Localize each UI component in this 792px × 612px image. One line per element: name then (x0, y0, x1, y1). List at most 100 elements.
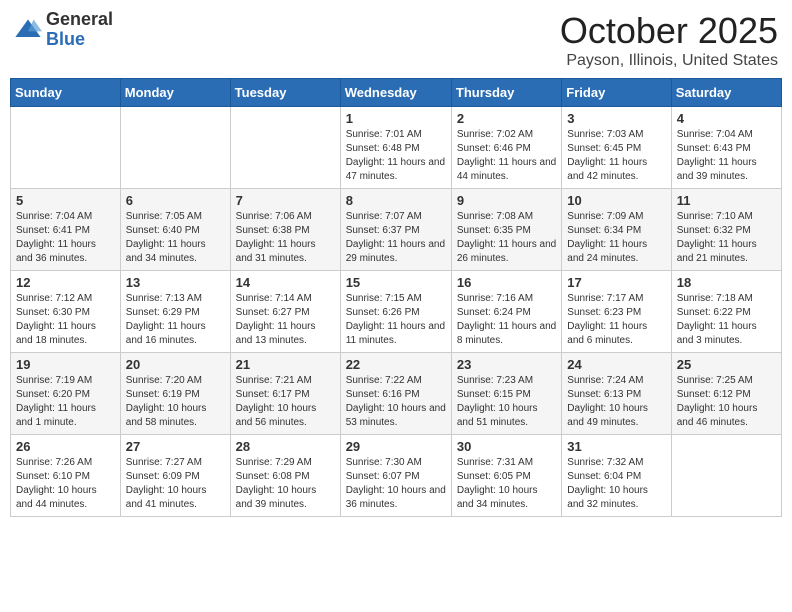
day-number: 18 (677, 275, 776, 290)
day-number: 26 (16, 439, 115, 454)
week-row-4: 19 Sunrise: 7:19 AM Sunset: 6:20 PM Dayli… (11, 353, 782, 435)
day-cell: 3 Sunrise: 7:03 AM Sunset: 6:45 PM Daylig… (562, 107, 671, 189)
weekday-header-friday: Friday (562, 79, 671, 107)
day-number: 8 (346, 193, 446, 208)
day-number: 14 (236, 275, 335, 290)
day-info: Sunrise: 7:06 AM Sunset: 6:38 PM Dayligh… (236, 210, 335, 266)
day-info: Sunrise: 7:20 AM Sunset: 6:19 PM Dayligh… (126, 374, 225, 430)
day-number: 21 (236, 357, 335, 372)
day-info: Sunrise: 7:19 AM Sunset: 6:20 PM Dayligh… (16, 374, 115, 430)
day-info: Sunrise: 7:24 AM Sunset: 6:13 PM Dayligh… (567, 374, 665, 430)
title-block: October 2025 Payson, Illinois, United St… (560, 10, 778, 70)
day-info: Sunrise: 7:14 AM Sunset: 6:27 PM Dayligh… (236, 292, 335, 348)
location-title: Payson, Illinois, United States (560, 52, 778, 70)
day-info: Sunrise: 7:15 AM Sunset: 6:26 PM Dayligh… (346, 292, 446, 348)
month-title: October 2025 (560, 10, 778, 52)
page-header: General Blue October 2025 Payson, Illino… (10, 10, 782, 70)
day-cell (671, 435, 781, 517)
day-cell: 15 Sunrise: 7:15 AM Sunset: 6:26 PM Dayli… (340, 271, 451, 353)
day-info: Sunrise: 7:25 AM Sunset: 6:12 PM Dayligh… (677, 374, 776, 430)
week-row-5: 26 Sunrise: 7:26 AM Sunset: 6:10 PM Dayli… (11, 435, 782, 517)
day-info: Sunrise: 7:04 AM Sunset: 6:41 PM Dayligh… (16, 210, 115, 266)
day-number: 24 (567, 357, 665, 372)
day-number: 20 (126, 357, 225, 372)
weekday-header-thursday: Thursday (451, 79, 561, 107)
day-cell: 21 Sunrise: 7:21 AM Sunset: 6:17 PM Dayli… (230, 353, 340, 435)
day-cell: 17 Sunrise: 7:17 AM Sunset: 6:23 PM Dayli… (562, 271, 671, 353)
day-info: Sunrise: 7:29 AM Sunset: 6:08 PM Dayligh… (236, 456, 335, 512)
day-info: Sunrise: 7:31 AM Sunset: 6:05 PM Dayligh… (457, 456, 556, 512)
day-number: 31 (567, 439, 665, 454)
day-info: Sunrise: 7:08 AM Sunset: 6:35 PM Dayligh… (457, 210, 556, 266)
day-cell: 11Sunrise: 7:10 AM Sunset: 6:32 PM Dayli… (671, 189, 781, 271)
day-info: Sunrise: 7:18 AM Sunset: 6:22 PM Dayligh… (677, 292, 776, 348)
day-cell: 25 Sunrise: 7:25 AM Sunset: 6:12 PM Dayli… (671, 353, 781, 435)
day-cell: 26 Sunrise: 7:26 AM Sunset: 6:10 PM Dayli… (11, 435, 121, 517)
day-number: 5 (16, 193, 115, 208)
weekday-header-wednesday: Wednesday (340, 79, 451, 107)
day-cell: 18 Sunrise: 7:18 AM Sunset: 6:22 PM Dayli… (671, 271, 781, 353)
day-cell (11, 107, 121, 189)
day-cell: 22Sunrise: 7:22 AM Sunset: 6:16 PM Dayli… (340, 353, 451, 435)
weekday-header-saturday: Saturday (671, 79, 781, 107)
week-row-2: 5 Sunrise: 7:04 AM Sunset: 6:41 PM Daylig… (11, 189, 782, 271)
day-number: 9 (457, 193, 556, 208)
day-number: 7 (236, 193, 335, 208)
day-cell: 13 Sunrise: 7:13 AM Sunset: 6:29 PM Dayli… (120, 271, 230, 353)
day-cell: 30 Sunrise: 7:31 AM Sunset: 6:05 PM Dayli… (451, 435, 561, 517)
day-info: Sunrise: 7:17 AM Sunset: 6:23 PM Dayligh… (567, 292, 665, 348)
day-number: 28 (236, 439, 335, 454)
day-number: 11 (677, 193, 776, 208)
day-info: Sunrise: 7:02 AM Sunset: 6:46 PM Dayligh… (457, 128, 556, 184)
weekday-header-tuesday: Tuesday (230, 79, 340, 107)
day-info: Sunrise: 7:21 AM Sunset: 6:17 PM Dayligh… (236, 374, 335, 430)
day-info: Sunrise: 7:04 AM Sunset: 6:43 PM Dayligh… (677, 128, 776, 184)
calendar-table: SundayMondayTuesdayWednesdayThursdayFrid… (10, 78, 782, 517)
day-number: 2 (457, 111, 556, 126)
day-info: Sunrise: 7:03 AM Sunset: 6:45 PM Dayligh… (567, 128, 665, 184)
day-cell: 1 Sunrise: 7:01 AM Sunset: 6:48 PM Daylig… (340, 107, 451, 189)
day-number: 3 (567, 111, 665, 126)
day-cell: 31 Sunrise: 7:32 AM Sunset: 6:04 PM Dayli… (562, 435, 671, 517)
day-info: Sunrise: 7:12 AM Sunset: 6:30 PM Dayligh… (16, 292, 115, 348)
day-cell: 29Sunrise: 7:30 AM Sunset: 6:07 PM Dayli… (340, 435, 451, 517)
day-cell: 8Sunrise: 7:07 AM Sunset: 6:37 PM Daylig… (340, 189, 451, 271)
day-cell: 6Sunrise: 7:05 AM Sunset: 6:40 PM Daylig… (120, 189, 230, 271)
day-cell: 27 Sunrise: 7:27 AM Sunset: 6:09 PM Dayli… (120, 435, 230, 517)
day-number: 27 (126, 439, 225, 454)
day-cell: 5 Sunrise: 7:04 AM Sunset: 6:41 PM Daylig… (11, 189, 121, 271)
day-number: 13 (126, 275, 225, 290)
day-number: 17 (567, 275, 665, 290)
day-cell: 7 Sunrise: 7:06 AM Sunset: 6:38 PM Daylig… (230, 189, 340, 271)
day-cell: 23Sunrise: 7:23 AM Sunset: 6:15 PM Dayli… (451, 353, 561, 435)
day-info: Sunrise: 7:27 AM Sunset: 6:09 PM Dayligh… (126, 456, 225, 512)
day-cell: 28 Sunrise: 7:29 AM Sunset: 6:08 PM Dayli… (230, 435, 340, 517)
day-info: Sunrise: 7:13 AM Sunset: 6:29 PM Dayligh… (126, 292, 225, 348)
day-cell: 24 Sunrise: 7:24 AM Sunset: 6:13 PM Dayli… (562, 353, 671, 435)
logo-blue-text: Blue (46, 30, 113, 50)
day-cell: 14 Sunrise: 7:14 AM Sunset: 6:27 PM Dayli… (230, 271, 340, 353)
week-row-3: 12 Sunrise: 7:12 AM Sunset: 6:30 PM Dayli… (11, 271, 782, 353)
weekday-header-sunday: Sunday (11, 79, 121, 107)
day-number: 15 (346, 275, 446, 290)
day-cell: 2 Sunrise: 7:02 AM Sunset: 6:46 PM Daylig… (451, 107, 561, 189)
day-cell: 4Sunrise: 7:04 AM Sunset: 6:43 PM Daylig… (671, 107, 781, 189)
day-cell: 12 Sunrise: 7:12 AM Sunset: 6:30 PM Dayli… (11, 271, 121, 353)
day-number: 12 (16, 275, 115, 290)
day-cell: 20 Sunrise: 7:20 AM Sunset: 6:19 PM Dayli… (120, 353, 230, 435)
day-cell (230, 107, 340, 189)
day-number: 25 (677, 357, 776, 372)
day-number: 22 (346, 357, 446, 372)
logo: General Blue (14, 10, 113, 50)
day-info: Sunrise: 7:32 AM Sunset: 6:04 PM Dayligh… (567, 456, 665, 512)
logo-icon (14, 16, 42, 44)
day-info: Sunrise: 7:26 AM Sunset: 6:10 PM Dayligh… (16, 456, 115, 512)
day-number: 6 (126, 193, 225, 208)
day-number: 19 (16, 357, 115, 372)
day-cell: 16Sunrise: 7:16 AM Sunset: 6:24 PM Dayli… (451, 271, 561, 353)
day-info: Sunrise: 7:01 AM Sunset: 6:48 PM Dayligh… (346, 128, 446, 184)
day-number: 30 (457, 439, 556, 454)
day-cell: 9 Sunrise: 7:08 AM Sunset: 6:35 PM Daylig… (451, 189, 561, 271)
day-number: 1 (346, 111, 446, 126)
day-info: Sunrise: 7:30 AM Sunset: 6:07 PM Dayligh… (346, 456, 446, 512)
